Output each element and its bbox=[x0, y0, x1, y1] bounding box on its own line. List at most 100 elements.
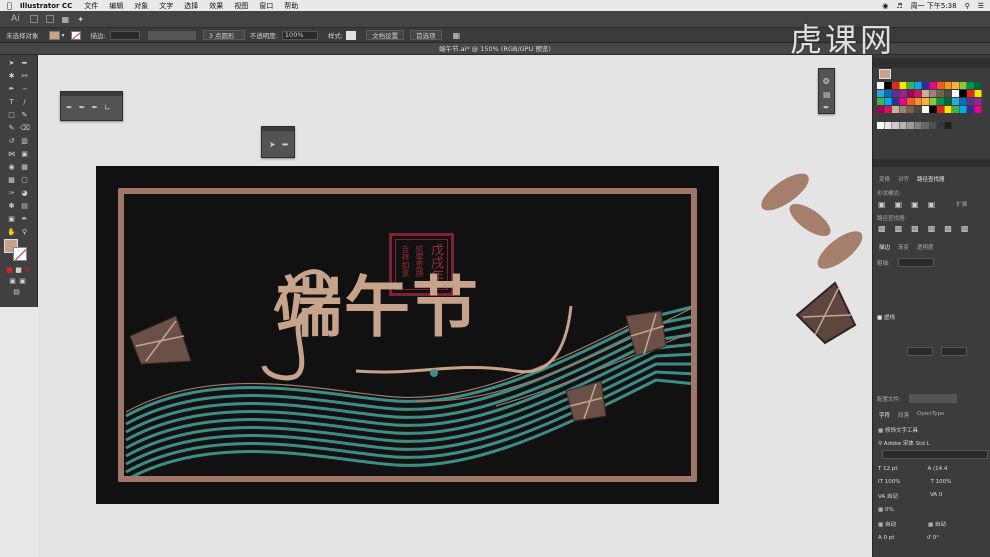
none-mode-icon[interactable]: ⊘ bbox=[23, 266, 32, 274]
character-rotation-field[interactable]: ↺ 0° bbox=[926, 535, 939, 541]
symbols-icon[interactable]: ❂ bbox=[823, 75, 834, 88]
unite-icon[interactable]: ▣ bbox=[878, 200, 886, 209]
volume-icon[interactable]: ♬ bbox=[896, 2, 902, 10]
arrange-icon[interactable]: ▦ bbox=[62, 15, 70, 24]
font-style-field[interactable] bbox=[882, 450, 988, 459]
kerning-field[interactable]: VA 自动 bbox=[878, 492, 898, 500]
outline-icon[interactable]: ▩ bbox=[944, 224, 952, 233]
swatch[interactable] bbox=[944, 82, 952, 89]
tab-align[interactable]: 对齐 bbox=[898, 175, 909, 183]
swatch[interactable] bbox=[959, 90, 967, 97]
gradient-tool-icon[interactable]: ▢ bbox=[20, 176, 29, 184]
draw-behind-icon[interactable]: ▣ bbox=[18, 277, 27, 285]
swatch[interactable] bbox=[974, 98, 982, 105]
swatch[interactable] bbox=[892, 106, 899, 113]
slice-tool-icon[interactable]: ✒ bbox=[20, 215, 29, 223]
baseline-shift-field[interactable]: A 0 pt bbox=[878, 535, 894, 541]
horizontal-scale-field[interactable]: T 100% bbox=[930, 479, 951, 485]
swatch[interactable] bbox=[929, 82, 937, 89]
swatch-fill-preview[interactable] bbox=[879, 69, 891, 79]
swatch[interactable] bbox=[899, 98, 907, 105]
menu-file[interactable]: 文件 bbox=[84, 1, 98, 11]
swatch[interactable] bbox=[959, 82, 967, 89]
swatch[interactable] bbox=[907, 98, 914, 105]
line-tool-icon[interactable]: / bbox=[20, 98, 29, 106]
swatch[interactable] bbox=[967, 106, 974, 113]
swatch[interactable] bbox=[907, 90, 914, 97]
arrange-documents-icon[interactable]: ▦ bbox=[453, 31, 461, 40]
gray-swatch[interactable] bbox=[892, 122, 899, 129]
font-size-field[interactable]: T 12 pt bbox=[878, 466, 898, 472]
pen-icon[interactable]: ✒ bbox=[66, 103, 73, 112]
swatch[interactable] bbox=[929, 90, 937, 97]
minus-front-icon[interactable]: ▣ bbox=[895, 200, 903, 209]
swatch[interactable] bbox=[967, 98, 974, 105]
swatch[interactable] bbox=[937, 90, 944, 97]
divide-icon[interactable]: ▩ bbox=[878, 224, 886, 233]
graphic-style-swatch[interactable] bbox=[346, 30, 357, 40]
swatch[interactable] bbox=[877, 106, 884, 113]
swatch[interactable] bbox=[937, 82, 944, 89]
swatch[interactable] bbox=[914, 98, 922, 105]
bridge-icon[interactable] bbox=[29, 15, 38, 23]
delete-anchor-icon[interactable]: ✒ bbox=[91, 103, 98, 112]
swatch[interactable] bbox=[907, 82, 914, 89]
swatch[interactable] bbox=[929, 98, 937, 105]
menu-select[interactable]: 选择 bbox=[184, 1, 198, 11]
fill-swatch[interactable] bbox=[48, 30, 60, 40]
app-menu[interactable]: Illustrator CC bbox=[20, 2, 72, 10]
touch-type-tool[interactable]: ▦ 修饰文字工具 bbox=[873, 426, 990, 434]
swatch[interactable] bbox=[959, 98, 967, 105]
swatch[interactable] bbox=[959, 106, 967, 113]
draw-normal-icon[interactable]: ▣ bbox=[8, 277, 17, 285]
variable-width-field[interactable] bbox=[147, 30, 196, 40]
menu-effect[interactable]: 效果 bbox=[209, 1, 223, 11]
dash-field-2[interactable] bbox=[941, 347, 967, 356]
swatch[interactable] bbox=[952, 98, 959, 105]
tab-stroke[interactable]: 描边 bbox=[879, 243, 890, 251]
tab-transparency[interactable]: 透明度 bbox=[917, 243, 934, 251]
shape-builder-icon[interactable]: ◉ bbox=[7, 163, 16, 171]
brushes-icon[interactable]: ✒ bbox=[823, 101, 834, 114]
swatch[interactable] bbox=[952, 82, 959, 89]
swatch[interactable] bbox=[884, 98, 892, 105]
direct-selection-icon[interactable]: ➤ bbox=[269, 140, 276, 149]
paintbrush-icon[interactable]: ✎ bbox=[20, 111, 29, 119]
curvature-tool-icon[interactable]: ∽ bbox=[20, 85, 29, 93]
tab-character[interactable]: 字符 bbox=[879, 411, 890, 419]
vertical-scale-field[interactable]: IT 100% bbox=[878, 479, 900, 485]
swatch[interactable] bbox=[922, 106, 929, 113]
swatch[interactable] bbox=[967, 82, 974, 89]
selection-tool-icon[interactable]: ➤ bbox=[7, 59, 16, 67]
menu-help[interactable]: 帮助 bbox=[284, 1, 298, 11]
fill-dropdown-icon[interactable]: ▾ bbox=[62, 32, 65, 39]
color-mode-icon[interactable]: ■ bbox=[5, 266, 14, 274]
gray-swatch[interactable] bbox=[937, 122, 944, 129]
add-anchor-icon[interactable]: ✒ bbox=[79, 103, 86, 112]
expand-button[interactable]: 扩展 bbox=[956, 200, 967, 209]
trim-icon[interactable]: ▩ bbox=[895, 224, 903, 233]
anchor-point-icon[interactable]: ∟ bbox=[104, 103, 111, 112]
gray-swatch[interactable] bbox=[907, 122, 914, 129]
gray-swatch[interactable] bbox=[944, 122, 952, 129]
type-tool-icon[interactable]: T bbox=[7, 98, 16, 106]
tab-pathfinder[interactable]: 路径查找器 bbox=[917, 175, 945, 183]
swatch[interactable] bbox=[877, 82, 884, 89]
swatch[interactable] bbox=[914, 82, 922, 89]
swatch[interactable] bbox=[944, 98, 952, 105]
menu-edit[interactable]: 编辑 bbox=[109, 1, 123, 11]
lasso-icon[interactable]: ⚯ bbox=[20, 72, 29, 80]
gray-swatch[interactable] bbox=[929, 122, 937, 129]
tab-gradient[interactable]: 渐变 bbox=[898, 243, 909, 251]
document-setup-button[interactable]: 文档设置 bbox=[366, 30, 405, 40]
document-tab[interactable]: 端午节.ai* @ 150% (RGB/GPU 预览) bbox=[439, 45, 551, 53]
brush-icon[interactable]: ✦ bbox=[77, 15, 84, 24]
swatch[interactable] bbox=[944, 90, 952, 97]
artboard-tool-icon[interactable]: ▣ bbox=[7, 215, 16, 223]
wifi-icon[interactable]: ◉ bbox=[882, 2, 888, 10]
swatch[interactable] bbox=[944, 106, 952, 113]
workspace-grid-icon[interactable] bbox=[45, 15, 54, 23]
search-icon[interactable]: ⚲ bbox=[965, 2, 970, 10]
weight-field[interactable] bbox=[897, 258, 934, 267]
profile-field[interactable] bbox=[908, 394, 957, 403]
